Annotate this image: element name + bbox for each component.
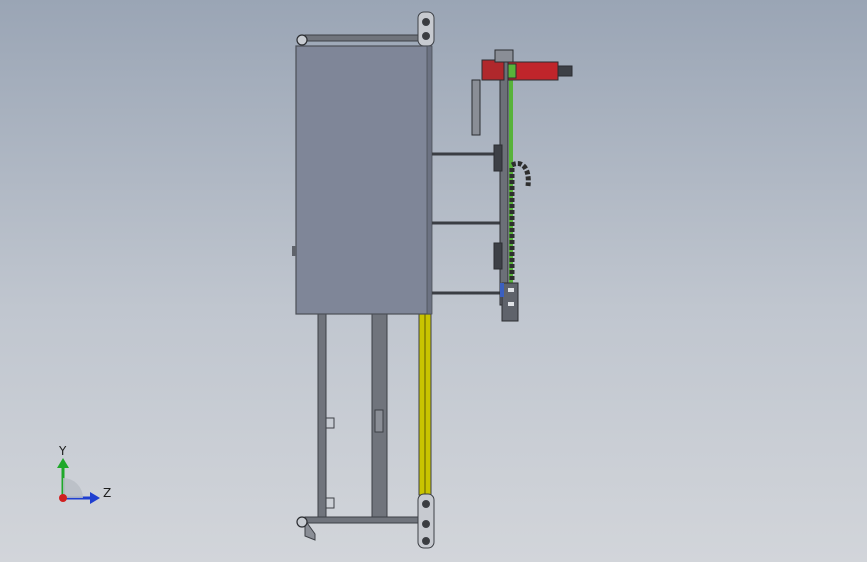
clamp-block-2 xyxy=(493,242,503,270)
cabinet-side-strip xyxy=(426,45,433,315)
frame-bottom-beam xyxy=(304,516,421,524)
end-plate-top xyxy=(417,11,435,47)
clamp-block-1 xyxy=(493,144,503,172)
cabinet xyxy=(292,45,433,315)
linear-rail xyxy=(418,312,432,496)
cabinet-panel xyxy=(295,45,431,315)
motor-unit xyxy=(481,49,573,81)
caster-bottom-icon xyxy=(296,516,308,528)
motor-mount xyxy=(494,49,514,63)
side-bracket xyxy=(471,79,481,136)
triad-z-label: Z xyxy=(103,486,111,500)
frame-bracket-lower xyxy=(326,497,335,509)
triad-y-label: Y xyxy=(58,444,67,458)
gearbox xyxy=(481,59,505,81)
frame-left-post xyxy=(317,312,327,524)
frame-top-beam xyxy=(304,34,421,42)
green-coupler xyxy=(507,63,517,79)
caster-top-icon xyxy=(296,34,308,46)
frame-center-slot xyxy=(374,409,384,433)
cad-viewport[interactable]: Y Z xyxy=(0,0,867,562)
motor-endcap xyxy=(557,65,573,77)
coordinate-triad: Y Z xyxy=(57,444,111,504)
cabinet-handle xyxy=(292,246,296,256)
connecting-rods xyxy=(432,152,500,295)
carriage-blue-tab xyxy=(500,283,504,297)
cable-chain xyxy=(509,161,531,280)
frame-bracket-upper xyxy=(326,417,335,429)
